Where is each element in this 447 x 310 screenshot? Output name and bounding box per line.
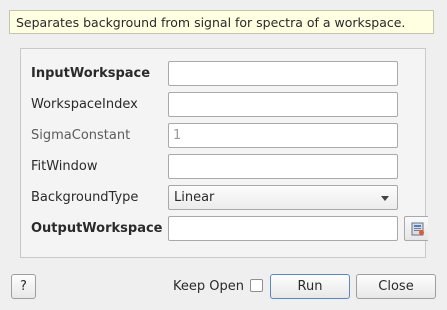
help-button-label: ? <box>20 279 27 294</box>
workspace-browse-icon <box>411 222 424 236</box>
algorithm-description: Separates background from signal for spe… <box>9 10 434 34</box>
row-workspace-index: WorkspaceIndex <box>21 92 427 117</box>
output-workspace-label: OutputWorkspace <box>31 221 163 236</box>
close-button[interactable]: Close <box>356 274 436 299</box>
row-sigma-constant: SigmaConstant <box>21 123 427 148</box>
input-workspace-label: InputWorkspace <box>31 66 151 81</box>
run-button[interactable]: Run <box>270 274 350 299</box>
fit-window-label: FitWindow <box>31 159 98 174</box>
properties-panel: InputWorkspace WorkspaceIndex SigmaConst… <box>20 48 428 258</box>
sigma-constant-label: SigmaConstant <box>31 128 131 143</box>
workspace-browse-button[interactable] <box>404 216 428 241</box>
chevron-down-icon <box>381 196 389 201</box>
close-button-label: Close <box>378 279 414 294</box>
background-type-select[interactable]: Linear <box>168 185 398 210</box>
sigma-constant-field[interactable] <box>168 123 398 148</box>
input-workspace-field[interactable] <box>168 61 398 86</box>
output-workspace-field[interactable] <box>168 216 398 241</box>
row-input-workspace: InputWorkspace <box>21 61 427 86</box>
workspace-index-label: WorkspaceIndex <box>31 97 138 112</box>
background-type-value: Linear <box>174 190 215 205</box>
row-fit-window: FitWindow <box>21 154 427 179</box>
help-button[interactable]: ? <box>11 274 36 299</box>
fit-window-field[interactable] <box>168 154 398 179</box>
row-background-type: BackgroundType Linear <box>21 185 427 210</box>
keep-open-label: Keep Open <box>173 279 244 294</box>
run-button-label: Run <box>297 279 323 294</box>
row-output-workspace: OutputWorkspace <box>21 216 428 241</box>
workspace-index-field[interactable] <box>168 92 398 117</box>
background-type-label: BackgroundType <box>31 190 139 205</box>
keep-open-checkbox[interactable] <box>250 279 263 292</box>
